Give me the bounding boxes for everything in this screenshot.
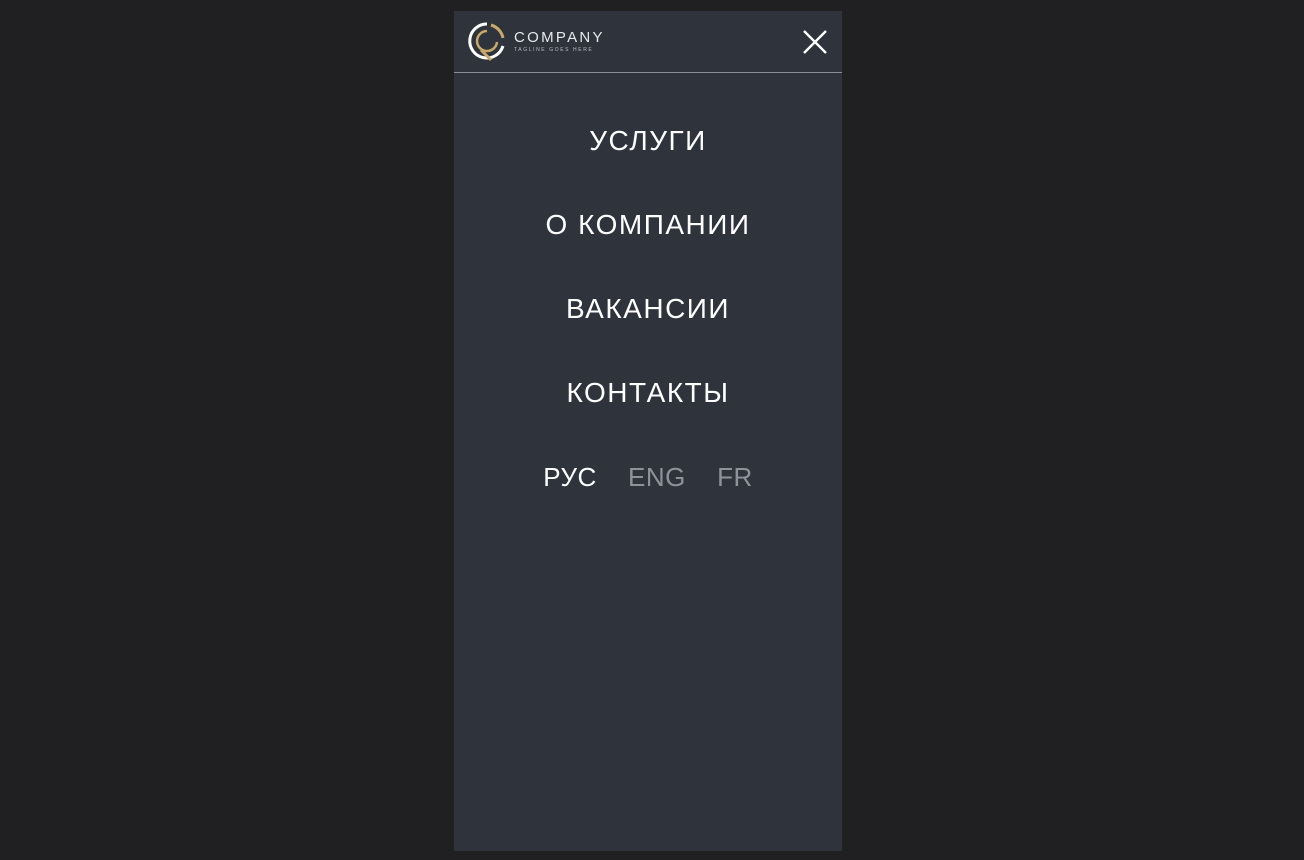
close-icon <box>803 30 827 54</box>
nav-item-vacancies[interactable]: ВАКАНСИИ <box>454 287 842 371</box>
menu-header: COMPANY TAGLINE GOES HERE <box>454 11 842 73</box>
mobile-menu-panel: COMPANY TAGLINE GOES HERE УСЛУГИ О КОМПА… <box>454 11 842 851</box>
brand-tagline: TAGLINE GOES HERE <box>514 47 594 53</box>
nav-item-about[interactable]: О КОМПАНИИ <box>454 203 842 287</box>
company-logo-icon[interactable] <box>467 20 507 64</box>
language-option-en[interactable]: ENG <box>628 455 686 499</box>
brand-name: COMPANY <box>514 29 605 46</box>
brand-block[interactable]: COMPANY TAGLINE GOES HERE <box>514 30 605 54</box>
nav-item-services[interactable]: УСЛУГИ <box>454 119 842 203</box>
language-option-fr[interactable]: FR <box>717 455 753 499</box>
language-option-ru[interactable]: РУС <box>543 455 597 499</box>
nav-item-contacts[interactable]: КОНТАКТЫ <box>454 371 842 455</box>
close-menu-button[interactable] <box>802 29 828 55</box>
language-switcher: РУС ENG FR <box>454 455 842 499</box>
main-navigation: УСЛУГИ О КОМПАНИИ ВАКАНСИИ КОНТАКТЫ <box>454 119 842 455</box>
